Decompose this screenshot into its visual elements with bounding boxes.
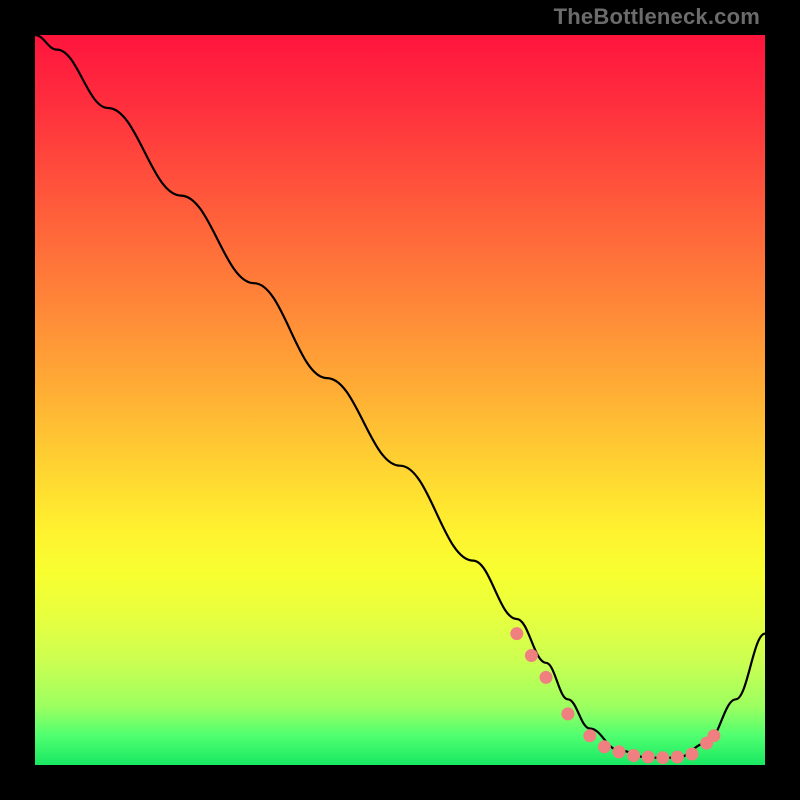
data-marker xyxy=(598,741,610,753)
data-marker xyxy=(613,746,625,758)
data-marker xyxy=(642,751,654,763)
chart-frame: TheBottleneck.com xyxy=(0,0,800,800)
data-marker xyxy=(628,750,640,762)
data-marker xyxy=(708,730,720,742)
curve-layer xyxy=(35,35,765,765)
data-marker xyxy=(686,748,698,760)
data-marker xyxy=(511,628,523,640)
data-marker xyxy=(657,752,669,764)
data-marker xyxy=(562,708,574,720)
data-marker xyxy=(525,650,537,662)
data-marker xyxy=(671,751,683,763)
plot-area xyxy=(35,35,765,765)
data-marker xyxy=(584,730,596,742)
bottleneck-curve xyxy=(35,35,765,758)
watermark-text: TheBottleneck.com xyxy=(554,4,760,30)
marker-group xyxy=(511,628,720,764)
data-marker xyxy=(540,671,552,683)
